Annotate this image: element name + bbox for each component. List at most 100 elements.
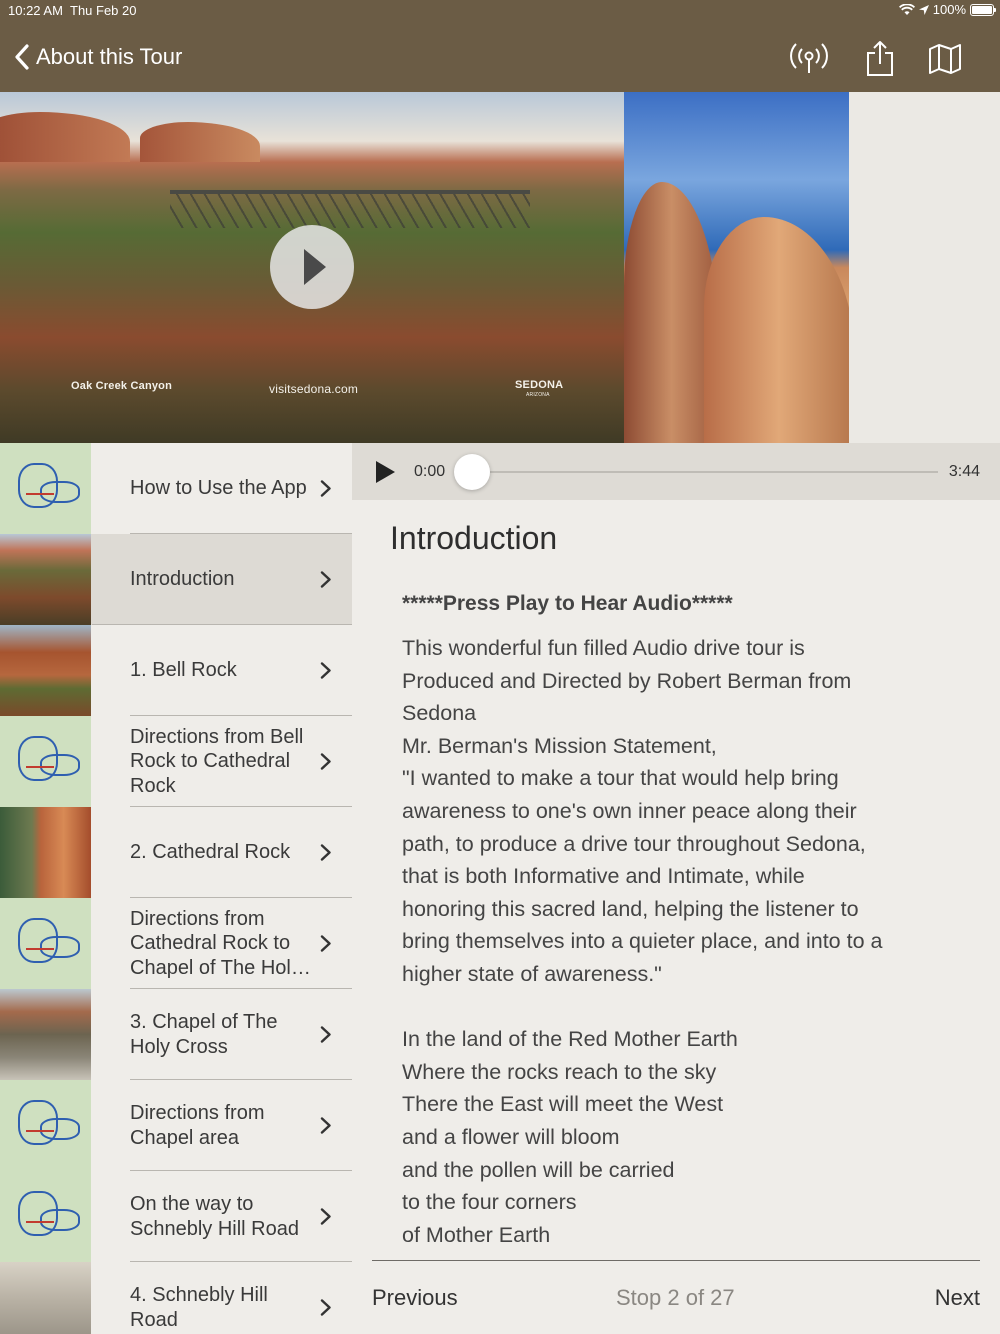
list-item[interactable]: Directions from Chapel area (0, 1080, 352, 1171)
chevron-right-icon (320, 753, 331, 770)
stop-thumbnail (0, 1262, 91, 1334)
stop-title: Introduction (390, 520, 558, 556)
stop-thumbnail (0, 807, 91, 898)
list-item-label-container: 1. Bell Rock (130, 625, 315, 716)
red-rock-formation (140, 122, 260, 162)
map-route (40, 1118, 80, 1140)
back-button[interactable]: About this Tour (14, 44, 182, 70)
chevron-right-icon (320, 662, 331, 679)
list-item-label-container: Directions from Cathedral Rock to Chapel… (130, 898, 315, 989)
description-line: There the East will meet the West (402, 1092, 724, 1117)
stop-thumbnail (0, 898, 91, 989)
description-line: path, to produce a drive tour throughout… (402, 831, 866, 856)
list-item-label: How to Use the App (130, 477, 307, 500)
chevron-right-icon (320, 1026, 331, 1043)
description-line: In the land of the Red Mother Earth (402, 1027, 738, 1052)
audio-scrubber-track[interactable] (472, 471, 938, 473)
stop-subtitle: *****Press Play to Hear Audio***** (402, 592, 733, 615)
map-button[interactable] (924, 38, 966, 80)
status-indicators: 100% (898, 2, 996, 17)
description-line: to the four corners (402, 1190, 577, 1215)
description-line: and a flower will bloom (402, 1124, 620, 1149)
list-item-label-container: How to Use the App (130, 443, 315, 534)
chevron-left-icon (15, 44, 29, 70)
description-line: that is both Informative and Intimate, w… (402, 864, 805, 889)
list-item[interactable]: On the way to Schnebly Hill Road (0, 1171, 352, 1262)
list-item[interactable]: 4. Schnebly Hill Road (0, 1262, 352, 1334)
stop-pager: Previous Stop 2 of 27 Next (352, 1260, 1000, 1334)
stop-thumbnail (0, 443, 91, 534)
battery-fill (972, 5, 992, 14)
stop-thumbnail (0, 625, 91, 716)
list-item-label: Introduction (130, 568, 235, 591)
stop-detail: Introduction *****Press Play to Hear Aud… (352, 500, 1000, 1260)
list-item[interactable]: 3. Chapel of The Holy Cross (0, 989, 352, 1080)
list-item-label: On the way to Schnebly Hill Road (130, 1193, 299, 1240)
stop-thumbnail (0, 1080, 91, 1171)
list-item-label-container: 3. Chapel of The Holy Cross (130, 989, 315, 1080)
description-line: of Mother Earth (402, 1222, 551, 1247)
red-rock-formation (0, 112, 130, 162)
description-line: bring themselves into a quieter place, a… (402, 929, 883, 954)
share-button[interactable] (859, 38, 901, 80)
list-item-label: Directions from Cathedral Rock to Chapel… (130, 907, 301, 979)
map-route-highlight (26, 948, 54, 950)
status-date: Thu Feb 20 (70, 3, 137, 18)
chevron-right-icon (320, 1299, 331, 1316)
chevron-right-icon (320, 1208, 331, 1225)
description-line: This wonderful fun filled Audio drive to… (402, 636, 805, 660)
audio-current-time: 0:00 (414, 463, 446, 480)
video-play-button[interactable] (270, 225, 354, 309)
list-item[interactable]: 1. Bell Rock (0, 625, 352, 716)
list-item-label-container: On the way to Schnebly Hill Road (130, 1171, 315, 1262)
description-line: Mr. Berman's Mission Statement, (402, 733, 717, 758)
description-line: honoring this sacred land, helping the l… (402, 896, 859, 921)
description-line: "I wanted to make a tour that would help… (402, 766, 839, 791)
audio-scrubber-knob[interactable] (454, 454, 490, 490)
list-item[interactable]: 2. Cathedral Rock (0, 807, 352, 898)
list-item-label: 1. Bell Rock (130, 659, 237, 682)
description-line: and the pollen will be carried (402, 1157, 675, 1182)
bridge-truss (170, 194, 530, 228)
list-item[interactable]: Introduction (0, 534, 352, 625)
list-item-label-container: Directions from Bell Rock to Cathedral R… (130, 716, 315, 807)
broadcast-button[interactable] (788, 38, 830, 80)
stop-thumbnail (0, 989, 91, 1080)
description-line: Sedona (402, 701, 477, 726)
map-icon (929, 44, 961, 74)
next-button[interactable]: Next (935, 1285, 980, 1311)
location-arrow-icon (918, 4, 929, 15)
chevron-right-icon (320, 935, 331, 952)
map-route-highlight (26, 493, 54, 495)
list-item-label: Directions from Chapel area (130, 1102, 265, 1149)
list-item-label: 2. Cathedral Rock (130, 841, 291, 864)
list-item-label-container: 4. Schnebly Hill Road (130, 1262, 315, 1334)
caption-brand: SEDONA (515, 379, 564, 391)
rock-photo[interactable] (624, 92, 849, 443)
map-route-highlight (26, 1130, 54, 1132)
battery-percent: 100% (932, 2, 966, 17)
wifi-icon (898, 3, 915, 15)
list-item[interactable]: Directions from Bell Rock to Cathedral R… (0, 716, 352, 807)
caption-oak-creek: Oak Creek Canyon (71, 380, 173, 392)
list-item-label: 4. Schnebly Hill Road (130, 1284, 268, 1331)
description-line: Produced and Directed by Robert Berman f… (402, 668, 852, 693)
chevron-right-icon (320, 480, 331, 497)
caption-brand-sub: ARIZONA (526, 392, 550, 398)
list-item[interactable]: How to Use the App (0, 443, 352, 534)
audio-total-time: 3:44 (948, 463, 980, 480)
rock-pillar (704, 217, 849, 443)
map-route (40, 936, 80, 958)
status-time: 10:22 AM (8, 3, 63, 18)
audio-play-button[interactable] (374, 461, 396, 483)
description-line: awareness to one's own inner peace along… (402, 798, 857, 823)
list-item[interactable]: Directions from Cathedral Rock to Chapel… (0, 898, 352, 989)
previous-button[interactable]: Previous (372, 1285, 458, 1311)
map-route (40, 754, 80, 776)
broadcast-icon (790, 43, 828, 73)
hero-gallery: Oak Creek Canyon visitsedona.com SEDONA … (0, 92, 1000, 443)
chevron-right-icon (320, 844, 331, 861)
stop-thumbnail (0, 1171, 91, 1262)
divider (372, 1260, 980, 1261)
intro-video-thumbnail[interactable]: Oak Creek Canyon visitsedona.com SEDONA … (0, 92, 624, 443)
